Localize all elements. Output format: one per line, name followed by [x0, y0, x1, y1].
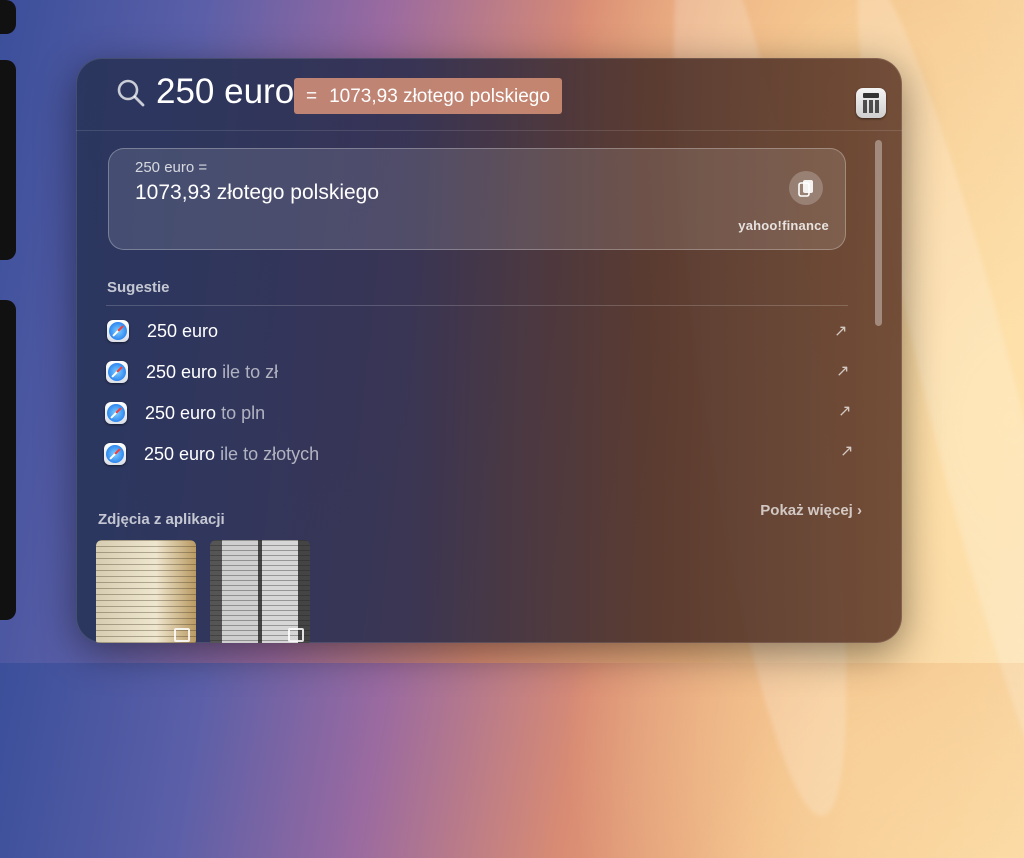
scrollbar[interactable] [875, 140, 882, 326]
suggestion-item[interactable]: 250 euro ile to złotych [104, 439, 319, 469]
safari-icon [104, 443, 126, 465]
side-window-edge [0, 300, 16, 620]
suggestions-divider [106, 305, 848, 306]
photos-heading: Zdjęcia z aplikacji [98, 511, 225, 528]
open-arrow-icon[interactable]: ↗ [838, 401, 851, 421]
open-arrow-icon[interactable]: ↗ [834, 321, 847, 341]
side-window-edge [0, 60, 16, 260]
side-window-edge [0, 0, 16, 34]
safari-icon [105, 402, 127, 424]
suggestion-query: 250 euro [146, 361, 218, 382]
safari-icon [107, 320, 129, 342]
suggestion-query: 250 euro [147, 320, 219, 341]
calculator-app-icon[interactable] [856, 88, 886, 118]
search-icon [117, 79, 145, 107]
suggestions-heading: Sugestie [107, 279, 170, 296]
result-equation: 250 euro = [135, 159, 208, 176]
live-text-icon [174, 628, 190, 642]
suggestion-completion: ile to złotych [215, 443, 320, 464]
copy-icon [798, 180, 813, 197]
suggestion-completion: ile to zł [217, 361, 279, 382]
suggestion-item[interactable]: 250 euro [107, 316, 218, 346]
suggestion-item[interactable]: 250 euro to pln [105, 398, 265, 428]
show-more-link[interactable]: Pokaż więcej › [760, 502, 862, 519]
inline-conversion-result[interactable]: = 1073,93 złotego polskiego [294, 78, 562, 114]
conversion-result-card[interactable]: 250 euro = 1073,93 złotego polskiego yah… [108, 148, 846, 250]
live-text-icon [288, 628, 304, 642]
open-arrow-icon[interactable]: ↗ [840, 441, 853, 461]
suggestion-query: 250 euro [144, 443, 216, 464]
result-value: 1073,93 złotego polskiego [135, 181, 380, 204]
safari-icon [106, 361, 128, 383]
suggestion-item[interactable]: 250 euro ile to zł [106, 357, 278, 387]
suggestion-query: 250 euro [145, 402, 217, 423]
search-input[interactable]: 250 euro [156, 72, 294, 112]
open-arrow-icon[interactable]: ↗ [836, 361, 849, 381]
photo-thumbnail[interactable] [96, 540, 196, 643]
copy-button[interactable] [789, 171, 823, 205]
suggestion-completion: to pln [216, 402, 266, 423]
yahoo-finance-logo: yahoo!finance [738, 218, 829, 233]
inline-equals: = [306, 86, 318, 107]
photo-thumbnail[interactable] [210, 540, 310, 643]
spotlight-window: 250 euro = 1073,93 złotego polskiego 250… [76, 58, 902, 643]
inline-result-value: 1073,93 złotego polskiego [329, 86, 550, 107]
search-bar: 250 euro = 1073,93 złotego polskiego [76, 58, 902, 131]
